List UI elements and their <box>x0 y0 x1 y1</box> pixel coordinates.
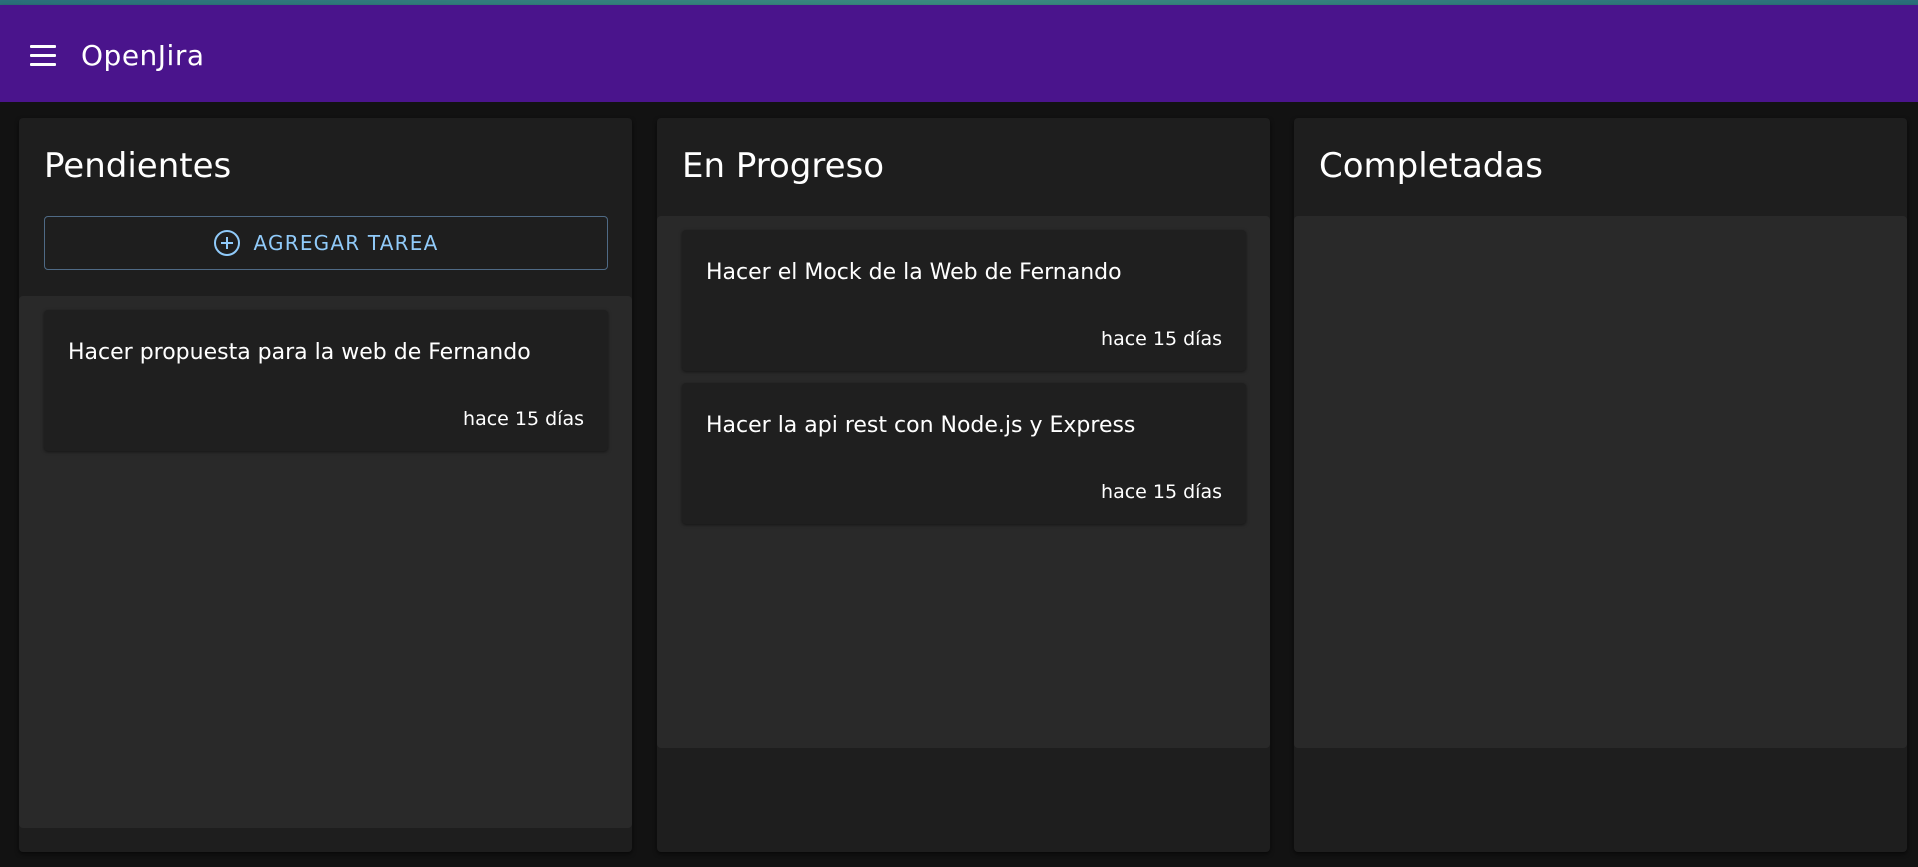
app-bar: OpenJira <box>0 5 1918 102</box>
add-task-label: AGREGAR TAREA <box>253 231 439 255</box>
column-completadas: Completadas <box>1294 118 1907 852</box>
menu-icon[interactable] <box>28 45 58 69</box>
column-title: En Progreso <box>682 146 885 186</box>
task-description: Hacer la api rest con Node.js y Express <box>706 413 1136 438</box>
task-card[interactable]: Hacer la api rest con Node.js y Express … <box>682 383 1246 524</box>
task-card[interactable]: Hacer propuesta para la web de Fernando … <box>44 310 608 451</box>
task-time: hace 15 días <box>463 408 584 430</box>
column-title: Pendientes <box>44 146 232 186</box>
add-task-button[interactable]: AGREGAR TAREA <box>44 216 608 270</box>
task-card[interactable]: Hacer el Mock de la Web de Fernando hace… <box>682 230 1246 371</box>
task-list: Hacer propuesta para la web de Fernando … <box>19 296 632 828</box>
column-en-progreso: En Progreso Hacer el Mock de la Web de F… <box>657 118 1270 852</box>
add-circle-icon <box>213 230 240 256</box>
column-title: Completadas <box>1319 146 1543 186</box>
task-list: Hacer el Mock de la Web de Fernando hace… <box>657 216 1270 748</box>
task-time: hace 15 días <box>1101 328 1222 350</box>
column-pendientes: Pendientes AGREGAR TAREA Hacer propuesta… <box>19 118 632 852</box>
task-list <box>1294 216 1907 748</box>
task-description: Hacer propuesta para la web de Fernando <box>68 340 531 365</box>
board: Pendientes AGREGAR TAREA Hacer propuesta… <box>0 102 1918 867</box>
task-description: Hacer el Mock de la Web de Fernando <box>706 260 1122 285</box>
task-time: hace 15 días <box>1101 481 1222 503</box>
app-title: OpenJira <box>81 39 205 72</box>
